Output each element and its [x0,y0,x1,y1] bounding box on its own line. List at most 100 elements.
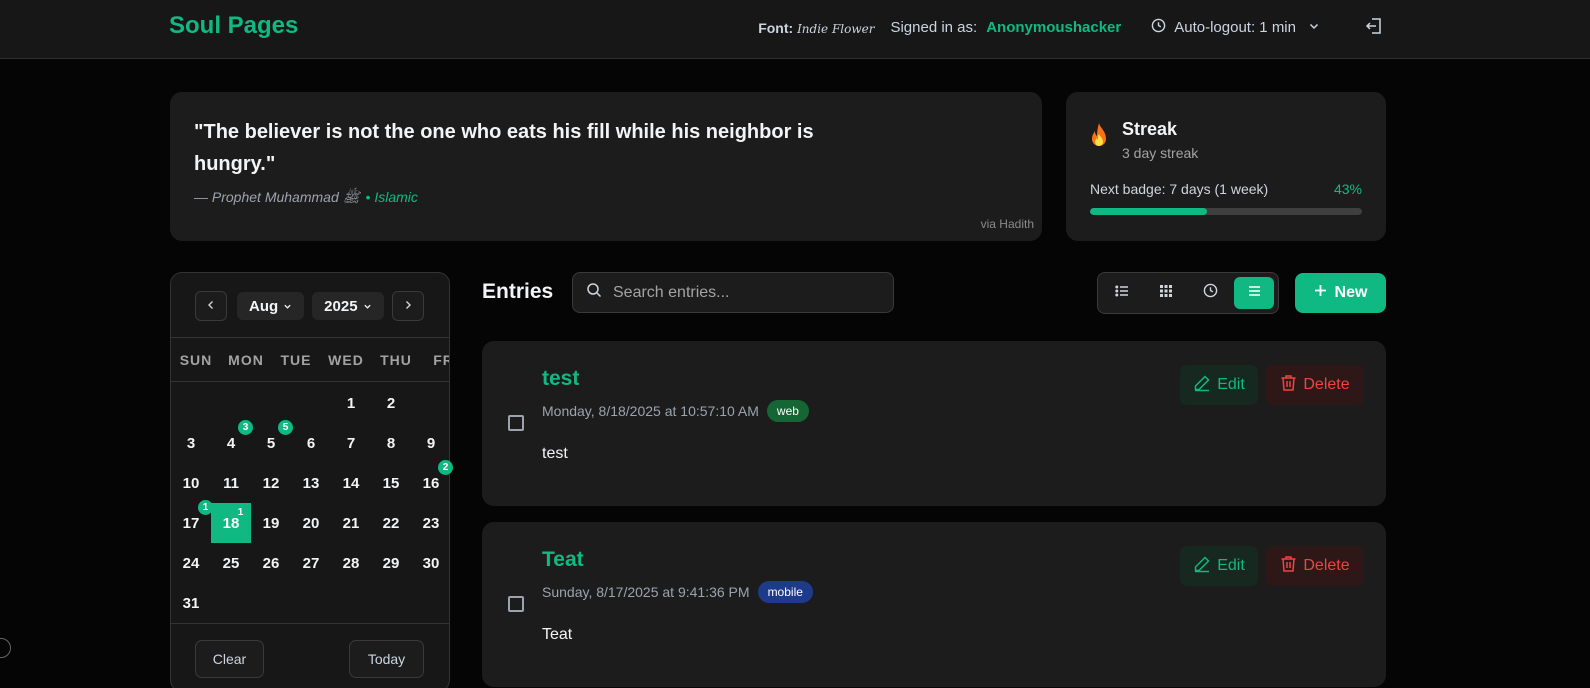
search-box[interactable] [572,272,894,313]
chevron-right-icon [403,297,413,315]
day-number: 10 [182,474,200,492]
entry-card[interactable]: Teat Sunday, 8/17/2025 at 9:41:36 PM mob… [482,522,1386,687]
header-controls: Font: Indie Flower Signed in as: Anonymo… [758,0,1386,55]
brand-logo[interactable]: Soul Pages [169,12,298,40]
day-number: 11 [223,474,239,492]
entry-title[interactable]: Teat [542,548,584,572]
day-number: 29 [382,554,400,572]
calendar-day[interactable]: 20 [291,503,331,543]
edit-button[interactable]: Edit [1180,546,1258,586]
entry-meta: Sunday, 8/17/2025 at 9:41:36 PM mobile [542,581,813,603]
streak-days: 3 day streak [1122,145,1199,161]
today-button[interactable]: Today [349,640,424,678]
badge-progress-bar [1090,208,1362,215]
entry-card[interactable]: test Monday, 8/18/2025 at 10:57:10 AM we… [482,341,1386,506]
calendar-day[interactable]: 43 [211,420,253,463]
new-entry-button[interactable]: New [1295,273,1386,313]
day-number: 8 [386,434,396,452]
edit-label: Edit [1217,557,1245,574]
grid-icon [1159,284,1173,303]
calendar-day[interactable]: 16 2 [411,460,453,503]
scroll-indicator[interactable] [0,638,11,658]
calendar-day[interactable]: 25 [211,543,251,583]
calendar-day[interactable]: 3 [171,423,211,463]
chevron-down-icon [283,298,292,315]
calendar-day[interactable]: 22 [371,503,411,543]
calendar-day[interactable]: 15 [371,463,411,503]
signed-in-label: Signed in as: [890,19,978,36]
calendar-day[interactable]: 19 [251,503,291,543]
edit-label: Edit [1217,376,1245,393]
calendar-day[interactable]: 23 [411,503,451,543]
calendar-day[interactable]: 9 [411,423,451,463]
compact-view-button[interactable] [1234,277,1274,309]
entry-checkbox[interactable] [508,415,524,431]
delete-button[interactable]: Delete [1266,365,1364,405]
search-input[interactable] [613,283,873,302]
calendar: Aug 2025 SUNMONTUEWEDTHUFRI 123435567891… [170,272,453,688]
clock-icon [1151,18,1166,37]
font-indicator[interactable]: Font: Indie Flower [758,20,874,36]
calendar-day[interactable]: 13 [291,463,331,503]
calendar-day[interactable]: 29 [371,543,411,583]
day-number: 27 [302,554,320,572]
calendar-day[interactable]: 24 [171,543,211,583]
next-month-button[interactable] [391,291,424,321]
auto-logout-select[interactable]: Auto-logout: 1 min [1151,18,1320,37]
day-number: 13 [302,474,320,492]
timeline-view-button[interactable] [1190,277,1230,309]
list-icon [1115,284,1129,303]
quote-attribution: — Prophet Muhammad ﷺ • Islamic [194,189,418,209]
entry-title[interactable]: test [542,367,579,391]
delete-button[interactable]: Delete [1266,546,1364,586]
calendar-day[interactable]: 31 [171,583,211,623]
calendar-day-selected[interactable]: 18 1 [211,503,251,543]
entry-checkbox[interactable] [508,596,524,612]
month-value: Aug [249,297,279,315]
edit-button[interactable]: Edit [1180,365,1258,405]
calendar-day[interactable]: 2 [371,383,411,423]
entry-source-tag: web [766,400,809,422]
calendar-day[interactable]: 10 [171,463,211,503]
day-number: 23 [422,514,440,532]
day-number: 7 [346,434,356,452]
delete-label: Delete [1303,557,1350,574]
grid-view-button[interactable] [1146,277,1186,309]
calendar-day[interactable]: 30 [411,543,451,583]
top-bar: Soul Pages Font: Indie Flower Signed in … [0,0,1590,59]
day-number: 22 [382,514,400,532]
calendar-day[interactable]: 8 [371,423,411,463]
calendar-day[interactable]: 21 [331,503,371,543]
weekday-label: TUE [280,351,312,368]
prev-month-button[interactable] [195,291,227,321]
weekday-label: FRI [433,351,449,368]
weekday-label: THU [380,351,412,368]
calendar-day[interactable]: 6 [291,423,331,463]
clear-button[interactable]: Clear [195,640,264,678]
calendar-day[interactable]: 55 [251,420,293,463]
logout-button[interactable] [1362,16,1386,40]
day-number: 16 [422,474,440,492]
quote-text: "The believer is not the one who eats hi… [194,121,814,175]
calendar-day[interactable]: 26 [251,543,291,583]
calendar-day[interactable]: 28 [331,543,371,583]
month-select[interactable]: Aug [237,292,305,320]
list-view-button[interactable] [1102,277,1142,309]
day-number: 28 [342,554,360,572]
day-number: 6 [306,434,316,452]
badge-percent: 43% [1333,181,1362,197]
calendar-day[interactable]: 7 [331,423,371,463]
day-number: 25 [222,554,240,572]
calendar-day[interactable]: 27 [291,543,331,583]
auto-logout-label: Auto-logout: 1 min [1174,19,1296,36]
view-toggle-group [1097,272,1279,314]
clock-icon [1203,283,1218,303]
calendar-day[interactable]: 11 [211,463,251,503]
calendar-day[interactable]: 12 [251,463,291,503]
year-select[interactable]: 2025 [312,292,384,320]
calendar-header: Aug 2025 [195,291,424,321]
calendar-day[interactable]: 14 [331,463,371,503]
calendar-day[interactable]: 1 [331,383,371,423]
calendar-day[interactable]: 17 1 [171,500,213,543]
entry-meta: Monday, 8/18/2025 at 10:57:10 AM web [542,400,809,422]
